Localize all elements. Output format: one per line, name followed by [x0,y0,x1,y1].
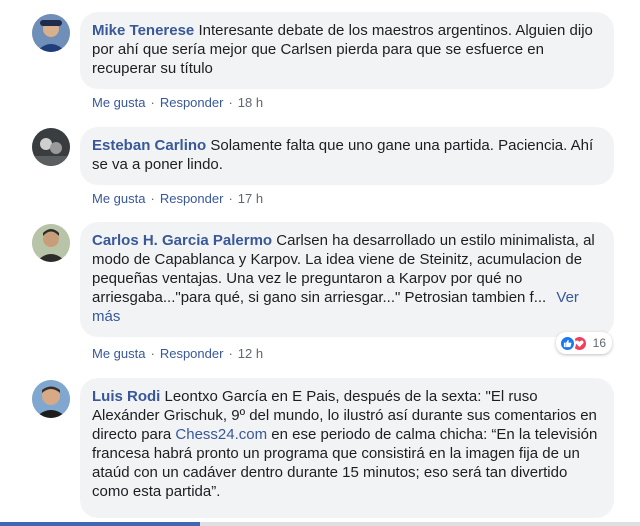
comment-actions: Me gusta · Responder · 18 h [92,95,263,110]
like-button[interactable]: Me gusta [92,346,145,361]
reactions-summary[interactable]: 16 [555,332,612,354]
separator: · [228,346,233,361]
like-button[interactable]: Me gusta [92,191,145,206]
separator: · [228,95,233,110]
like-button[interactable]: Me gusta [92,95,145,110]
reply-button[interactable]: Responder [160,191,224,206]
avatar[interactable] [32,128,70,166]
comment-actions: Me gusta · Responder · 17 h [92,191,263,206]
comment-author[interactable]: Carlos H. Garcia Palermo [92,232,272,249]
comment-author[interactable]: Mike Tenerese [92,22,194,39]
comment-author[interactable]: Luis Rodi [92,388,160,405]
comment-bubble: Esteban Carlino Solamente falta que uno … [80,127,614,185]
bottom-bar-segment [0,522,200,526]
avatar[interactable] [32,380,70,418]
comment-time[interactable]: 12 h [238,346,263,361]
avatar[interactable] [32,14,70,52]
comment-bubble: Luis Rodi Leontxo García en E Pais, desp… [80,378,614,518]
separator: · [150,346,155,361]
separator: · [150,95,155,110]
reaction-count: 16 [592,336,606,350]
avatar[interactable] [32,224,70,262]
comment-author[interactable]: Esteban Carlino [92,137,206,154]
reply-button[interactable]: Responder [160,95,224,110]
bottom-scroll-bar [0,522,640,526]
comment-actions: Me gusta · Responder · 12 h [92,346,263,361]
comment-bubble: Carlos H. Garcia Palermo Carlsen ha desa… [80,222,614,337]
separator: · [150,191,155,206]
comment-time[interactable]: 17 h [238,191,263,206]
chess24-link[interactable]: Chess24.com [175,426,267,443]
thumbs-up-icon [558,334,576,352]
comment-time[interactable]: 18 h [238,95,263,110]
comment-bubble: Mike Tenerese Interesante debate de los … [80,12,614,89]
separator: · [228,191,233,206]
reply-button[interactable]: Responder [160,346,224,361]
